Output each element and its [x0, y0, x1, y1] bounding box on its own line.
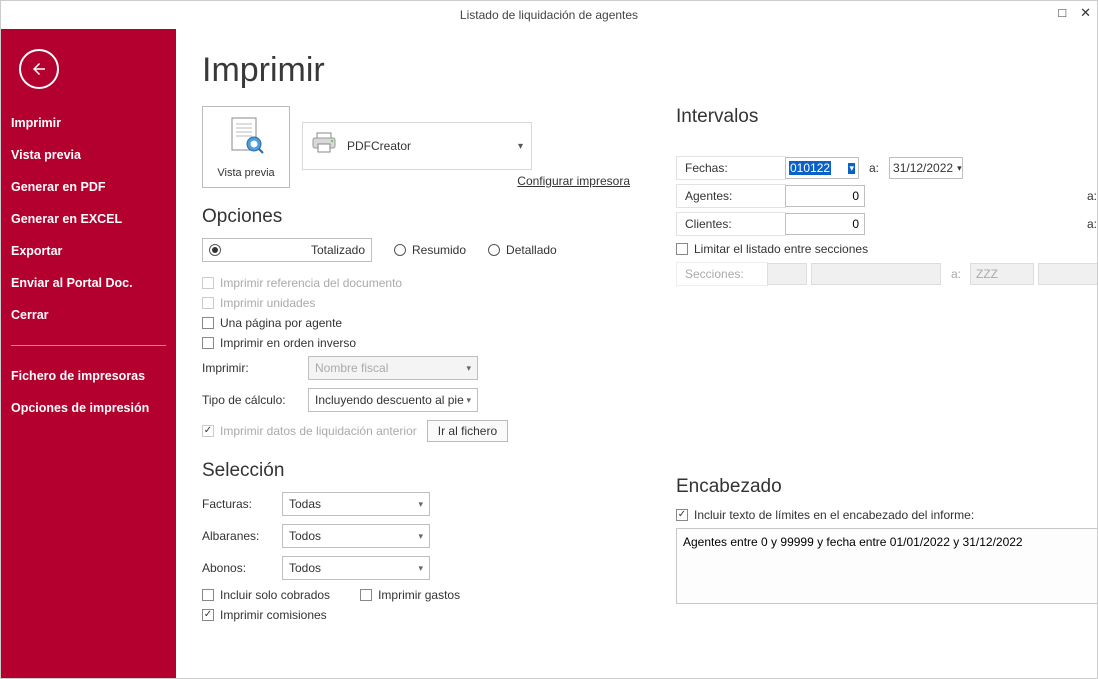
sidebar-item-generar-excel[interactable]: Generar en EXCEL	[1, 203, 176, 235]
sidebar-item-enviar-portal[interactable]: Enviar al Portal Doc.	[1, 267, 176, 299]
titlebar: Listado de liquidación de agentes □ ✕	[1, 1, 1097, 29]
chevron-down-icon: ▾	[466, 395, 471, 406]
chevron-down-icon: ▾	[848, 163, 855, 174]
options-heading: Opciones	[202, 206, 630, 228]
secciones-desde-code	[767, 263, 807, 285]
imprimir-label: Imprimir:	[202, 361, 298, 375]
check-imprimir-gastos[interactable]: Imprimir gastos	[360, 588, 460, 602]
check-orden-inverso[interactable]: Imprimir en orden inverso	[202, 336, 630, 350]
a-label: a:	[1087, 217, 1097, 231]
printer-name: PDFCreator	[347, 139, 508, 153]
chevron-down-icon: ▾	[466, 363, 471, 374]
check-solo-cobrados[interactable]: Incluir solo cobrados	[202, 588, 330, 602]
clientes-desde-input[interactable]	[785, 213, 865, 235]
chevron-down-icon: ▾	[518, 141, 523, 152]
maximize-icon[interactable]: □	[1058, 5, 1066, 21]
tipo-calculo-label: Tipo de cálculo:	[202, 393, 298, 407]
sidebar-item-generar-pdf[interactable]: Generar en PDF	[1, 171, 176, 203]
window-title: Listado de liquidación de agentes	[460, 8, 638, 22]
a-label: a:	[869, 161, 879, 175]
facturas-label: Facturas:	[202, 497, 272, 511]
albaranes-label: Albaranes:	[202, 529, 272, 543]
chevron-down-icon: ▾	[418, 531, 423, 542]
check-una-pagina[interactable]: Una página por agente	[202, 316, 630, 330]
sidebar-item-opciones-impresion[interactable]: Opciones de impresión	[1, 392, 176, 424]
tipo-calculo-select[interactable]: Incluyendo descuento al pie▾	[308, 388, 478, 412]
fechas-label: Fechas:	[676, 156, 786, 180]
document-preview-icon	[228, 116, 264, 163]
radio-detallado[interactable]: Detallado	[488, 238, 557, 262]
facturas-select[interactable]: Todas▾	[282, 492, 430, 516]
abonos-label: Abonos:	[202, 561, 272, 575]
fecha-hasta-input[interactable]: 31/12/2022▾	[889, 157, 963, 179]
imprimir-select: Nombre fiscal▾	[308, 356, 478, 380]
preview-button[interactable]: Vista previa	[202, 106, 290, 188]
intervalos-heading: Intervalos	[676, 106, 1097, 128]
back-button[interactable]	[19, 49, 59, 89]
printer-icon	[311, 132, 337, 160]
chevron-down-icon: ▾	[418, 499, 423, 510]
secciones-desde-name	[811, 263, 941, 285]
encabezado-heading: Encabezado	[676, 476, 1097, 498]
sidebar-item-cerrar[interactable]: Cerrar	[1, 299, 176, 331]
abonos-select[interactable]: Todos▾	[282, 556, 430, 580]
arrow-left-icon	[30, 60, 48, 78]
divider	[11, 345, 166, 346]
preview-label: Vista previa	[217, 167, 274, 179]
sidebar-item-vista-previa[interactable]: Vista previa	[1, 139, 176, 171]
check-liquidacion-anterior: Imprimir datos de liquidación anterior	[202, 424, 417, 438]
sidebar: Imprimir Vista previa Generar en PDF Gen…	[1, 29, 176, 678]
chevron-down-icon: ▾	[418, 563, 423, 574]
secciones-label: Secciones:	[676, 262, 768, 286]
a-label: a:	[1087, 189, 1097, 203]
sidebar-item-imprimir[interactable]: Imprimir	[1, 107, 176, 139]
check-incluir-limites[interactable]: Incluir texto de límites en el encabezad…	[676, 508, 1097, 522]
encabezado-textarea[interactable]	[676, 528, 1097, 604]
agentes-label: Agentes:	[676, 184, 786, 208]
seleccion-heading: Selección	[202, 460, 630, 482]
check-imprimir-referencia: Imprimir referencia del documento	[202, 276, 630, 290]
page-title: Imprimir	[202, 51, 1071, 90]
radio-resumido[interactable]: Resumido	[394, 238, 466, 262]
check-imprimir-comisiones[interactable]: Imprimir comisiones	[202, 608, 630, 622]
secciones-hasta-name	[1038, 263, 1097, 285]
radio-totalizado[interactable]: Totalizado	[202, 238, 372, 262]
a-label: a:	[951, 267, 961, 281]
close-icon[interactable]: ✕	[1080, 5, 1091, 21]
check-imprimir-unidades: Imprimir unidades	[202, 296, 630, 310]
agentes-desde-input[interactable]	[785, 185, 865, 207]
printer-select[interactable]: PDFCreator ▾	[302, 122, 532, 170]
sidebar-item-fichero-impresoras[interactable]: Fichero de impresoras	[1, 360, 176, 392]
chevron-down-icon: ▾	[957, 163, 962, 174]
fecha-desde-input[interactable]: 010122▾	[785, 157, 859, 179]
albaranes-select[interactable]: Todos▾	[282, 524, 430, 548]
check-limitar-secciones[interactable]: Limitar el listado entre secciones	[676, 242, 1097, 256]
configure-printer-link[interactable]: Configurar impresora	[517, 174, 630, 188]
clientes-label: Clientes:	[676, 212, 786, 236]
ir-al-fichero-button[interactable]: Ir al fichero	[427, 420, 508, 442]
secciones-hasta-code	[970, 263, 1034, 285]
sidebar-item-exportar[interactable]: Exportar	[1, 235, 176, 267]
